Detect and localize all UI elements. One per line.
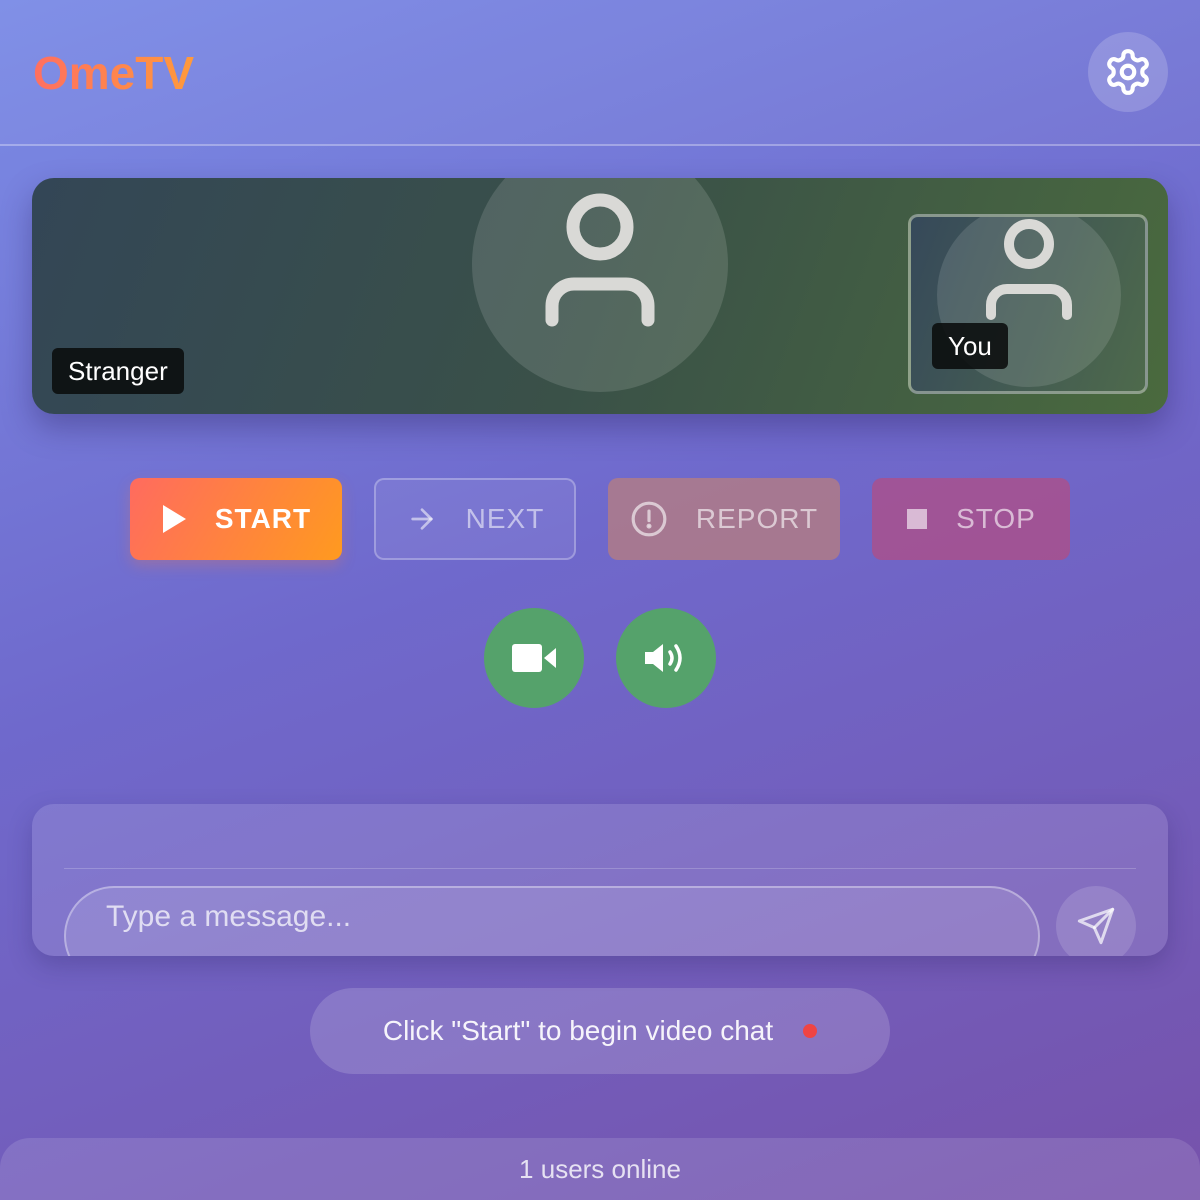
report-label: REPORT [695, 503, 819, 534]
status-text: Click "Start" to begin video chat [382, 1015, 774, 1046]
app-logo[interactable]: OmeTV [33, 46, 194, 100]
user-icon [545, 193, 655, 327]
send-button[interactable] [1056, 886, 1136, 956]
audio-toggle-button[interactable] [616, 608, 716, 708]
message-input[interactable] [64, 886, 1040, 956]
alert-circle-icon [631, 501, 667, 537]
next-label: NEXT [465, 503, 545, 534]
square-icon [907, 509, 928, 529]
start-label: START [214, 503, 312, 534]
play-icon [162, 505, 186, 533]
chat-panel [32, 804, 1168, 956]
footer: 1 users online [0, 1138, 1200, 1200]
status-dot [803, 1024, 818, 1038]
user-icon [986, 219, 1072, 320]
gear-icon [1107, 49, 1149, 95]
status-message: Click "Start" to begin video chat [310, 988, 890, 1074]
chat-divider [64, 868, 1136, 869]
settings-button[interactable] [1088, 32, 1168, 112]
report-button[interactable]: REPORT [608, 478, 840, 560]
speaker-icon [645, 644, 682, 672]
self-video: You [908, 214, 1148, 394]
stranger-label: Stranger [52, 348, 184, 394]
send-icon [1077, 907, 1115, 945]
start-button[interactable]: START [130, 478, 342, 560]
video-camera-icon [512, 644, 556, 672]
arrow-right-icon [410, 508, 433, 530]
camera-toggle-button[interactable] [484, 608, 584, 708]
stop-button[interactable]: STOP [872, 478, 1070, 560]
stranger-video: Stranger You [32, 178, 1168, 414]
self-label: You [932, 323, 1008, 369]
next-button[interactable]: NEXT [374, 478, 576, 560]
header: OmeTV [0, 0, 1200, 146]
online-count: 1 users online [519, 1154, 681, 1184]
stop-label: STOP [956, 503, 1036, 534]
